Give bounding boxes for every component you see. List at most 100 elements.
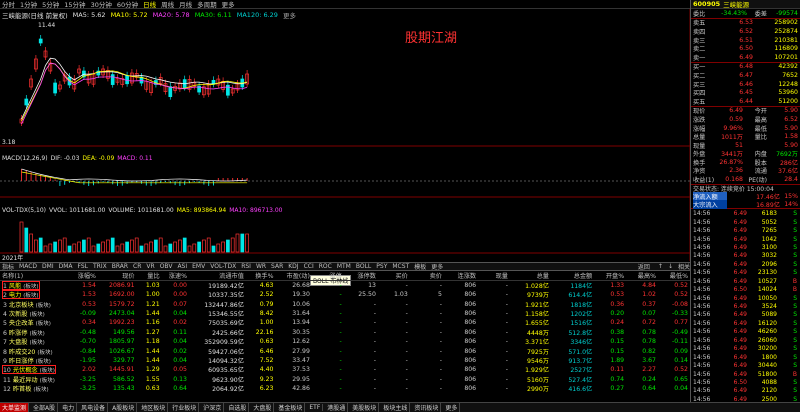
period-tab-7[interactable]: 周线	[161, 0, 174, 8]
indicator-tab-12[interactable]: VOL-TDX	[210, 263, 236, 270]
col-header-15[interactable]: 总金额	[550, 271, 595, 281]
indicator-tab-24[interactable]: 更多	[431, 263, 443, 270]
indicator-tab-21[interactable]: PSY	[376, 263, 387, 270]
bottom-tab-15[interactable]: 资讯板块	[412, 403, 442, 412]
bottom-tab-5[interactable]: 地区板块	[139, 403, 169, 412]
bottom-tab-8[interactable]: 自选股	[226, 403, 250, 412]
indicator-tab-6[interactable]: BRAR	[112, 263, 128, 270]
bottom-tab-9[interactable]: 大盘股	[251, 403, 275, 412]
col-header-7[interactable]: 市盈(动)	[275, 271, 312, 281]
sector-name[interactable]: 6 昨涨停 (板块)	[0, 328, 73, 337]
indicator-tab-17[interactable]: CCI	[304, 263, 314, 270]
sector-name[interactable]: 4 次新股 (板块)	[0, 309, 73, 318]
more-link[interactable]: 更多	[283, 10, 296, 20]
candlestick-chart[interactable]	[0, 9, 691, 261]
indicator-tab-4[interactable]: FSL	[78, 263, 89, 270]
col-header-5[interactable]: 流通市值	[188, 271, 246, 281]
col-header-4[interactable]: 涨速%	[161, 271, 189, 281]
indicator-nav-0[interactable]: 返回	[638, 263, 650, 270]
table-row[interactable]: 8 昨成交20 (板块) -0.84 1026.67 1.44 0.02 59427.06…	[0, 346, 690, 356]
indicator-tab-2[interactable]: DMI	[42, 263, 54, 270]
bottom-tab-1[interactable]: 全部A股	[31, 403, 59, 412]
indicator-nav-1[interactable]: ↑	[658, 263, 663, 270]
ask-row[interactable]: 卖五 6.53 258902	[691, 19, 800, 27]
indicator-tab-20[interactable]: BOLL	[356, 263, 371, 270]
col-header-14[interactable]: 总量	[510, 271, 551, 281]
ask-row[interactable]: 卖二 6.50 116809	[691, 44, 800, 53]
sector-name[interactable]: 12 昨首板 (板块)	[0, 384, 73, 393]
indicator-tab-5[interactable]: TRIX	[93, 263, 107, 270]
col-header-11[interactable]: 卖价	[409, 271, 444, 281]
ask-row[interactable]: 卖三 6.51 210381	[691, 36, 800, 45]
col-header-9[interactable]: 涨停数	[343, 271, 378, 281]
table-row[interactable]: 6 昨涨停 (板块) -0.48 149.56 1.27 0.11 2425.66亿 22.…	[0, 328, 690, 337]
sector-name[interactable]: 3 北京板块 (板块)	[0, 299, 73, 309]
table-row[interactable]: 9 昨日涨停 (板块) -1.95 329.77 1.44 0.04 14094.32亿 7…	[0, 356, 690, 365]
col-header-8[interactable]: 涨停	[311, 271, 344, 281]
period-tab-5[interactable]: 60分钟	[117, 0, 138, 8]
indicator-tab-23[interactable]: 模板	[414, 263, 426, 270]
bottom-tab-12[interactable]: 港股通	[325, 403, 349, 412]
sector-name[interactable]: 9 昨日涨停 (板块)	[0, 356, 73, 365]
indicator-tab-1[interactable]: MACD	[19, 263, 37, 270]
period-tab-1[interactable]: 1分钟	[20, 0, 37, 8]
period-tab-3[interactable]: 15分钟	[64, 0, 85, 8]
col-header-10[interactable]: 买价	[377, 271, 410, 281]
indicator-tab-11[interactable]: EMV	[192, 263, 205, 270]
col-header-0[interactable]: 名称(1)	[0, 271, 73, 281]
period-tab-10[interactable]: 更多	[222, 0, 235, 8]
table-row[interactable]: 2 电力 (板块) 1.53 1692.00 1.00 0.00 10337.35亿 2.5…	[0, 290, 690, 300]
table-row[interactable]: 10 光伏概念 (板块) 2.02 1445.91 1.29 0.05 60935.65亿…	[0, 365, 690, 375]
bottom-tab-6[interactable]: 行业板块	[170, 403, 200, 412]
bottom-tab-4[interactable]: A股板块	[110, 403, 138, 412]
bid-row[interactable]: 买二 6.47 7652	[691, 71, 800, 80]
bid-row[interactable]: 买一 6.48 42392	[691, 63, 800, 71]
sector-name[interactable]: 8 昨成交20 (板块)	[0, 346, 73, 356]
bottom-tab-7[interactable]: 沪深京	[201, 403, 225, 412]
sector-name[interactable]: 2 电力 (板块)	[0, 290, 73, 300]
col-header-3[interactable]: 量比	[136, 271, 162, 281]
bid-row[interactable]: 买四 6.45 53960	[691, 88, 800, 97]
col-header-16[interactable]: 开盘%	[594, 271, 627, 281]
sector-name[interactable]: 11 最近异动 (板块)	[0, 375, 73, 384]
bottom-tab-13[interactable]: 美股板块	[350, 403, 380, 412]
col-header-18[interactable]: 最低%	[658, 271, 690, 281]
indicator-tab-18[interactable]: ROC	[319, 263, 332, 270]
table-row[interactable]: 5 央企改革 (板块) 0.34 1992.23 1.16 0.02 75035.69亿 1…	[0, 318, 690, 327]
bid-row[interactable]: 买三 6.46 12248	[691, 80, 800, 89]
bottom-tab-0[interactable]: 大单监测	[0, 403, 30, 412]
col-header-13[interactable]: 现量	[478, 271, 510, 281]
ask-row[interactable]: 卖四 6.52 252874	[691, 27, 800, 36]
sector-name[interactable]: 10 光伏概念 (板块)	[0, 365, 73, 375]
table-row[interactable]: 11 最近异动 (板块) -3.25 586.52 1.55 0.13 9623.90亿 9…	[0, 375, 690, 384]
period-tab-8[interactable]: 月线	[179, 0, 192, 8]
bottom-tab-11[interactable]: ETF	[307, 404, 324, 411]
bottom-tab-16[interactable]: 更多	[443, 403, 461, 412]
col-header-2[interactable]: 现价	[97, 271, 137, 281]
indicator-tab-10[interactable]: ASI	[177, 263, 187, 270]
indicator-tab-8[interactable]: VR	[146, 263, 154, 270]
bottom-tab-3[interactable]: 风电设备	[79, 403, 109, 412]
period-tab-6[interactable]: 日线	[143, 0, 156, 8]
indicator-nav-3[interactable]: 相关	[678, 263, 690, 270]
period-tab-4[interactable]: 30分钟	[91, 0, 112, 8]
period-tab-9[interactable]: 多周期	[197, 0, 217, 8]
sector-name[interactable]: 7 大盘股 (板块)	[0, 337, 73, 346]
col-header-12[interactable]: 连涨数	[443, 271, 479, 281]
indicator-tab-0[interactable]: 指标	[2, 263, 14, 270]
indicator-tab-9[interactable]: OBV	[160, 263, 173, 270]
bottom-tab-2[interactable]: 电力	[60, 403, 78, 412]
table-row[interactable]: 1 风能 (板块) 1.54 2086.91 1.03 0.00 19189.42亿 4.6…	[0, 281, 690, 290]
indicator-tab-14[interactable]: WR	[256, 263, 266, 270]
table-row[interactable]: 4 次新股 (板块) -0.09 2473.04 1.44 0.04 15346.55亿 8…	[0, 309, 690, 318]
ask-row[interactable]: 卖一 6.49 107201	[691, 53, 800, 62]
table-row[interactable]: 7 大盘股 (板块) -0.70 1805.97 1.18 0.04 352909.59亿…	[0, 337, 690, 346]
bottom-tab-14[interactable]: 板块主线	[381, 403, 411, 412]
period-tab-0[interactable]: 分时	[2, 0, 15, 8]
table-row[interactable]: 12 昨首板 (板块) -3.25 135.43 0.63 0.64 2064.92亿 6.…	[0, 384, 690, 393]
period-tab-2[interactable]: 5分钟	[42, 0, 59, 8]
indicator-tab-3[interactable]: DMA	[59, 263, 73, 270]
indicator-tab-19[interactable]: MTM	[337, 263, 351, 270]
indicator-tab-13[interactable]: RSI	[241, 263, 251, 270]
col-header-17[interactable]: 最高%	[626, 271, 658, 281]
